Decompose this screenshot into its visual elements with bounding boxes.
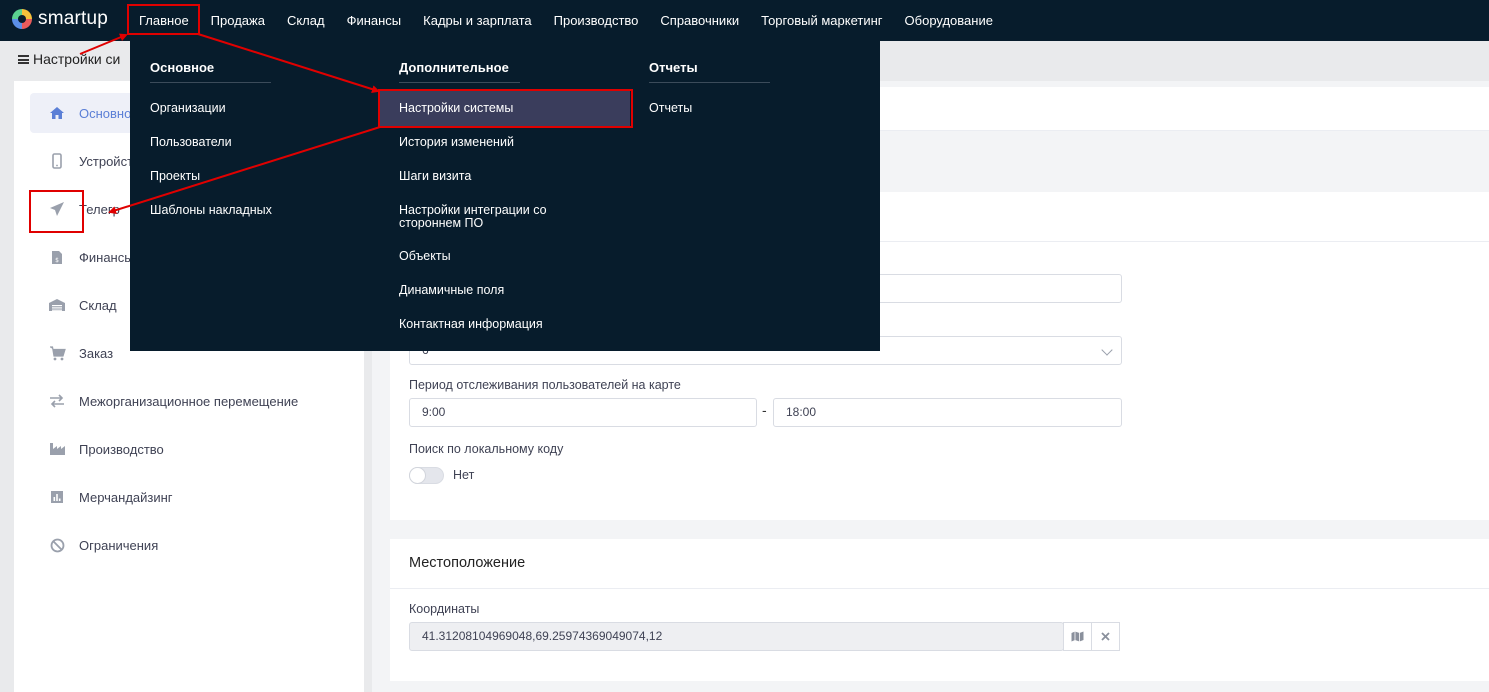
dropdown-heading-additional: Дополнительное [399, 60, 509, 75]
card-divider [390, 588, 1489, 589]
coordinates-label: Координаты [409, 602, 480, 616]
hamburger-icon[interactable] [18, 54, 29, 64]
sidebar-item-label: Основно [79, 105, 132, 121]
time-from-input[interactable]: 9:00 [409, 398, 757, 427]
sidebar-item-label: Мерчандайзинг [79, 489, 173, 505]
menu-item-reports[interactable]: Отчеты [649, 102, 692, 115]
factory-icon [48, 441, 66, 457]
sidebar-item-label: Склад [79, 297, 117, 313]
time-separator: - [762, 402, 767, 418]
sidebar-item-restrictions[interactable]: Ограничения [30, 525, 350, 565]
local-code-toggle[interactable] [409, 467, 444, 484]
map-icon [1071, 631, 1084, 642]
toggle-state-text: Нет [453, 468, 475, 482]
menu-item-invoice-templates[interactable]: Шаблоны накладных [150, 204, 272, 217]
sidebar-item-merchandising[interactable]: Мерчандайзинг [30, 477, 350, 517]
document-dollar-icon: $ [48, 249, 66, 265]
menu-item-integration-settings[interactable]: Настройки интеграции со стороннем ПО [399, 204, 547, 230]
menu-item-users[interactable]: Пользователи [150, 136, 232, 149]
logo-icon [12, 9, 32, 29]
svg-text:$: $ [55, 257, 59, 264]
nav-item-references[interactable]: Справочники [649, 0, 750, 41]
coordinates-input: 41.31208104969048,69.25974369049074,12 [409, 622, 1064, 651]
sidebar-item-label: Финансы [79, 249, 134, 265]
sidebar-item-production[interactable]: Производство [30, 429, 350, 469]
local-code-search-label: Поиск по локальному коду [409, 442, 564, 456]
sidebar-item-label: Заказ [79, 345, 114, 361]
ban-icon [48, 537, 66, 553]
nav-item-finance[interactable]: Финансы [336, 0, 413, 41]
menu-item-visit-steps[interactable]: Шаги визита [399, 170, 471, 183]
menu-item-contact-info[interactable]: Контактная информация [399, 318, 543, 331]
page-title-text: Настройки си [33, 51, 121, 67]
sidebar-item-label: Телегр [79, 201, 120, 217]
sidebar-item-label: Ограничения [79, 537, 159, 553]
tracking-period-label: Период отслеживания пользователей на кар… [409, 378, 681, 392]
main-dropdown-menu: Основное Организации Пользователи Проект… [130, 41, 880, 351]
menu-item-system-settings[interactable]: Настройки системы [380, 90, 630, 126]
home-icon [48, 105, 66, 121]
chevron-down-icon [1101, 344, 1113, 356]
cart-icon [48, 345, 66, 361]
menu-item-line: стороннем ПО [399, 216, 484, 230]
paper-plane-icon [48, 201, 66, 217]
dropdown-heading-basic: Основное [150, 60, 215, 75]
nav-item-equipment[interactable]: Оборудование [894, 0, 1004, 41]
divider [649, 82, 770, 83]
map-button[interactable] [1063, 622, 1092, 651]
menu-item-dynamic-fields[interactable]: Динамичные поля [399, 284, 504, 297]
warehouse-icon [48, 297, 66, 313]
sidebar-item-interorg-transfer[interactable]: Межорганизационное перемещение [30, 381, 350, 421]
nav-item-warehouse[interactable]: Склад [276, 0, 336, 41]
close-icon [1101, 632, 1110, 641]
location-title: Местоположение [409, 555, 526, 571]
sidebar-item-label: Устройст [79, 153, 134, 169]
toggle-knob [409, 467, 426, 484]
nav-item-trade-marketing[interactable]: Торговый маркетинг [750, 0, 893, 41]
dropdown-heading-reports: Отчеты [649, 60, 698, 75]
time-to-input[interactable]: 18:00 [773, 398, 1122, 427]
sidebar-item-label: Производство [79, 441, 164, 457]
exchange-icon [48, 393, 66, 409]
menu-item-objects[interactable]: Объекты [399, 250, 451, 263]
nav-item-main[interactable]: Главное [128, 0, 200, 41]
location-card: Местоположение Координаты 41.31208104969… [390, 539, 1489, 681]
mobile-icon [48, 153, 66, 169]
app-logo[interactable]: smartup [12, 8, 108, 30]
nav-item-hr-payroll[interactable]: Кадры и зарплата [412, 0, 542, 41]
clear-button[interactable] [1091, 622, 1120, 651]
menu-item-projects[interactable]: Проекты [150, 170, 200, 183]
main-menu: Главное Продажа Склад Финансы Кадры и за… [128, 0, 1004, 41]
sidebar-item-label: Межорганизационное перемещение [79, 393, 299, 409]
menu-item-organizations[interactable]: Организации [150, 102, 226, 115]
page-title: Настройки си [18, 51, 120, 67]
bar-chart-icon [48, 489, 66, 505]
top-navbar: smartup Главное Продажа Склад Финансы Ка… [0, 0, 1489, 41]
nav-item-production[interactable]: Производство [543, 0, 650, 41]
divider [399, 82, 520, 83]
divider [150, 82, 271, 83]
nav-item-sales[interactable]: Продажа [200, 0, 276, 41]
logo-text: smartup [38, 8, 109, 29]
menu-item-change-history[interactable]: История изменений [399, 136, 514, 149]
